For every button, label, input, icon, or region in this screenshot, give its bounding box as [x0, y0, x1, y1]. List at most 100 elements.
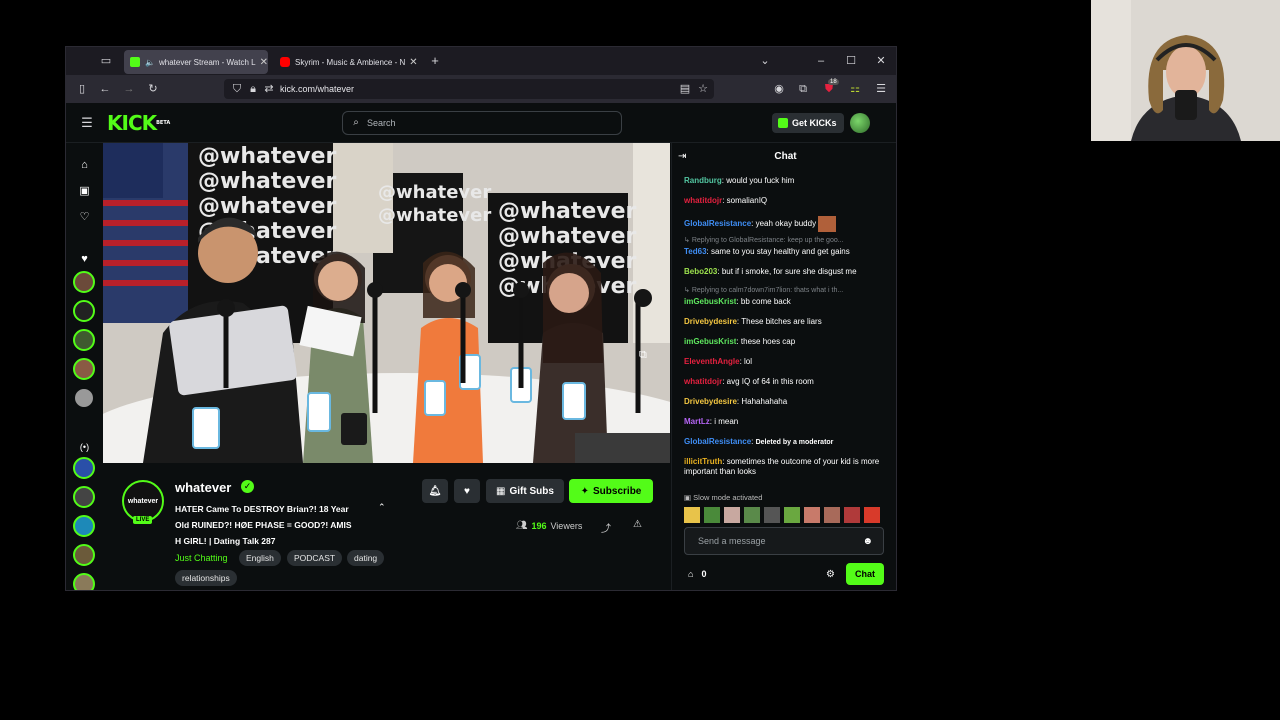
- svg-text:@whatever: @whatever: [198, 194, 337, 219]
- viewers-label: Viewers: [550, 520, 583, 531]
- webcam-overlay: [1091, 0, 1280, 141]
- send-chat-label: Chat: [855, 569, 875, 579]
- subscribe-button[interactable]: ✦ Subscribe: [569, 479, 653, 503]
- tab-bar: ▭ 🔈 whatever Stream - Watch L ✕ Skyrim -…: [66, 47, 896, 75]
- channel-avatar[interactable]: [73, 387, 95, 409]
- permissions-icon[interactable]: ⇄: [262, 82, 276, 96]
- account-icon[interactable]: ◉: [772, 82, 786, 96]
- report-icon[interactable]: ⚠: [633, 519, 642, 530]
- heart-icon: ♥: [464, 485, 470, 497]
- channel-points[interactable]: ⌂ 0: [688, 569, 706, 579]
- tab-label: whatever Stream - Watch L: [158, 57, 256, 67]
- channel-avatar[interactable]: [73, 573, 95, 590]
- viewers-icon: 👥︎: [516, 520, 528, 530]
- user-avatar[interactable]: [850, 113, 870, 133]
- browser-window: ▭ 🔈 whatever Stream - Watch L ✕ Skyrim -…: [65, 46, 897, 591]
- hamburger-menu-icon[interactable]: ☰: [80, 116, 94, 130]
- ublock-badge: 18: [828, 79, 839, 85]
- chevron-down-icon[interactable]: ⌄: [758, 54, 772, 68]
- tag-pill[interactable]: English: [239, 550, 281, 566]
- shield-icon[interactable]: ⛉: [230, 82, 244, 96]
- gift-subs-button[interactable]: ▦ Gift Subs: [486, 479, 564, 503]
- send-chat-button[interactable]: Chat: [846, 563, 884, 585]
- reply-context[interactable]: ↳ Replying to GlobalResistance: keep up …: [684, 236, 892, 246]
- left-sidebar: ⌂ ▣ ♡ ♥ (•): [66, 143, 102, 590]
- url-bar[interactable]: ⛉ 🔒︎ ⇄ kick.com/whatever ▤ ☆: [224, 79, 714, 99]
- reload-icon[interactable]: ↻: [146, 82, 160, 96]
- lock-icon[interactable]: 🔒︎: [246, 82, 260, 96]
- channel-name[interactable]: whatever: [175, 480, 231, 495]
- channel-avatar[interactable]: [73, 515, 95, 537]
- following-icon[interactable]: ♡: [78, 211, 91, 224]
- chat-message: Randburg: would you fuck him: [684, 176, 795, 185]
- reader-view-icon[interactable]: ▤: [678, 82, 692, 96]
- extensions-icon[interactable]: ⧉: [796, 82, 810, 96]
- channel-info: whatever LIVE whatever ✓ HATER Came To D…: [103, 468, 670, 590]
- sidebar-toggle-icon[interactable]: ▯: [75, 82, 89, 96]
- emote-icon[interactable]: [724, 507, 740, 523]
- emote-icon[interactable]: [764, 507, 780, 523]
- bookmark-star-icon[interactable]: ☆: [696, 82, 710, 96]
- emote-icon[interactable]: [684, 507, 700, 523]
- get-kicks-button[interactable]: Get KICKs: [772, 113, 844, 133]
- channel-avatar[interactable]: [73, 271, 95, 293]
- chat-input[interactable]: Send a message ☻: [684, 527, 884, 555]
- emote-icon[interactable]: [824, 507, 840, 523]
- channel-avatar[interactable]: [73, 486, 95, 508]
- notification-bell-button[interactable]: 🔔︎: [422, 479, 448, 503]
- tab-label: Skyrim - Music & Ambience - N: [295, 57, 406, 67]
- kick-logo[interactable]: KICKBETA: [107, 111, 170, 135]
- forward-icon[interactable]: →: [122, 82, 136, 96]
- tab-kick[interactable]: 🔈 whatever Stream - Watch L ✕: [124, 50, 268, 74]
- svg-text:@whatever: @whatever: [378, 205, 491, 226]
- minimize-icon[interactable]: –: [814, 54, 828, 68]
- emote-icon[interactable]: [744, 507, 760, 523]
- tab-list-icon[interactable]: ▭: [99, 54, 113, 68]
- youtube-favicon-icon: [280, 57, 290, 67]
- chat-message: GlobalResistance: yeah okay buddy: [684, 216, 892, 232]
- tag-pill[interactable]: PODCAST: [287, 550, 343, 566]
- channel-avatar[interactable]: [73, 300, 95, 322]
- store-icon: ⌂: [688, 569, 694, 579]
- channel-avatar[interactable]: [73, 358, 95, 380]
- svg-text:@whatever: @whatever: [198, 144, 337, 169]
- emoji-icon[interactable]: ☻: [862, 536, 873, 547]
- emote-icon[interactable]: [864, 507, 880, 523]
- emote-bar: [684, 507, 880, 525]
- chat-settings-icon[interactable]: ⚙: [826, 569, 835, 580]
- speaker-icon[interactable]: 🔈: [145, 58, 155, 67]
- tab-youtube[interactable]: Skyrim - Music & Ambience - N ✕: [274, 50, 418, 74]
- category-link[interactable]: Just Chatting: [175, 553, 228, 563]
- tag-pill[interactable]: dating: [347, 550, 385, 566]
- emote-icon[interactable]: [804, 507, 820, 523]
- stream-title: HATER Came To DESTROY Brian?! 18 Year Ol…: [175, 504, 352, 546]
- maximize-icon[interactable]: ☐: [844, 54, 858, 68]
- svg-text:@whatever: @whatever: [498, 199, 637, 224]
- new-tab-icon[interactable]: +: [428, 54, 442, 68]
- collapse-title-icon[interactable]: ⌃: [378, 502, 386, 513]
- live-badge: LIVE: [133, 516, 153, 524]
- channel-avatar[interactable]: [73, 329, 95, 351]
- url-text: kick.com/whatever: [280, 84, 355, 94]
- reply-context[interactable]: ↳ Replying to calm7down7im7lion: thats w…: [684, 286, 892, 296]
- close-tab-icon[interactable]: ✕: [405, 57, 417, 68]
- menu-icon[interactable]: ☰: [874, 82, 888, 96]
- emote-icon[interactable]: [844, 507, 860, 523]
- back-icon[interactable]: ←: [98, 82, 112, 96]
- close-window-icon[interactable]: ✕: [874, 54, 888, 68]
- channel-avatar[interactable]: [73, 544, 95, 566]
- video-player[interactable]: @whatever @whatever @whatever @whatever @w…: [103, 143, 670, 463]
- channel-avatar[interactable]: [73, 457, 95, 479]
- extension-grid-icon[interactable]: ⚏: [848, 82, 862, 96]
- emote-icon[interactable]: [704, 507, 720, 523]
- home-icon[interactable]: ⌂: [78, 159, 91, 172]
- share-icon[interactable]: ⤴: [601, 520, 611, 535]
- emote-icon[interactable]: [784, 507, 800, 523]
- pip-icon[interactable]: ⧉: [639, 349, 647, 362]
- search-input[interactable]: ⌕ Search: [342, 111, 622, 135]
- close-tab-icon[interactable]: ✕: [256, 57, 268, 68]
- chat-message: GlobalResistance: Deleted by a moderator: [684, 437, 834, 446]
- browse-icon[interactable]: ▣: [78, 185, 91, 198]
- follow-button[interactable]: ♥: [454, 479, 480, 503]
- tag-pill[interactable]: relationships: [175, 570, 237, 586]
